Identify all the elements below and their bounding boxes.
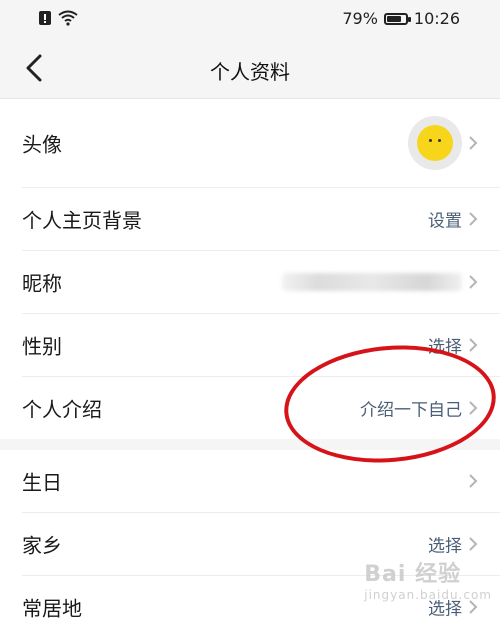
wifi-icon xyxy=(58,10,78,26)
avatar-eye-left xyxy=(429,139,432,142)
row-value: 介绍一下自己 xyxy=(360,400,462,421)
row-birthday[interactable]: 生日 xyxy=(22,450,500,513)
row-avatar[interactable]: 头像 xyxy=(22,99,500,188)
row-introduction[interactable]: 个人介绍 介绍一下自己 xyxy=(22,377,500,439)
row-homepage-background[interactable]: 个人主页背景 设置 xyxy=(22,188,500,251)
status-bar: 79% 10:26 xyxy=(0,0,500,38)
row-nickname[interactable]: 昵称 xyxy=(22,251,500,314)
chevron-right-icon xyxy=(469,275,478,289)
row-label: 家乡 xyxy=(22,533,62,558)
status-right: 79% 10:26 xyxy=(342,9,460,28)
row-value: 选择 xyxy=(428,536,462,557)
row-label: 常居地 xyxy=(22,596,82,621)
watermark-subtext: jingyan.baidu.com xyxy=(364,588,492,602)
watermark-text: Bai 经验 xyxy=(364,562,462,587)
battery-percent: 79% xyxy=(342,9,378,28)
row-value: 设置 xyxy=(428,211,462,232)
clock: 10:26 xyxy=(413,9,460,28)
page-title: 个人资料 xyxy=(210,60,290,84)
battery-icon xyxy=(383,12,411,25)
chevron-right-icon xyxy=(469,212,478,226)
avatar-eye-right xyxy=(438,139,441,142)
avatar[interactable] xyxy=(408,116,462,170)
row-label: 头像 xyxy=(22,132,62,157)
row-label: 个人介绍 xyxy=(22,397,102,422)
chevron-right-icon xyxy=(469,537,478,551)
row-value: 选择 xyxy=(428,337,462,358)
profile-section-basic: 头像 个人主页背景 设置 昵称 性别 选择 个人介绍 介绍一下自己 xyxy=(0,99,500,439)
row-label: 生日 xyxy=(22,470,62,495)
baidu-jingyan-watermark: Bai 经验 jingyan.baidu.com xyxy=(364,556,492,602)
chevron-right-icon xyxy=(469,474,478,488)
battery-fill xyxy=(386,15,402,22)
row-label: 个人主页背景 xyxy=(22,208,142,233)
notification-icon xyxy=(39,11,51,25)
row-label: 昵称 xyxy=(22,271,62,296)
nav-bar: 个人资料 xyxy=(0,38,500,99)
chevron-right-icon xyxy=(469,401,478,415)
status-left xyxy=(38,10,78,26)
row-gender[interactable]: 性别 选择 xyxy=(22,314,500,377)
chevron-right-icon xyxy=(469,136,478,150)
profile-section-extra: 生日 家乡 选择 常居地 选择 xyxy=(0,450,500,638)
row-label: 性别 xyxy=(22,334,62,359)
chevron-right-icon xyxy=(469,338,478,352)
lemon-avatar-icon xyxy=(417,125,453,161)
nickname-value-blurred xyxy=(282,273,462,291)
